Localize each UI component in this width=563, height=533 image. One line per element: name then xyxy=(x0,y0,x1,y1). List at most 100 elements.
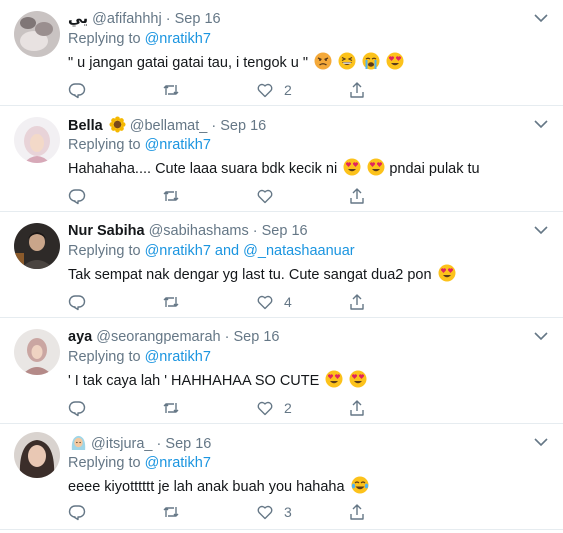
separator-dot: · xyxy=(165,11,171,27)
angry-face-emoji-icon xyxy=(314,52,332,76)
replying-prefix: Replying to xyxy=(68,455,141,471)
reply-feed: يي @afifahhhj · Sep 16 Replying to @nrat… xyxy=(0,0,563,533)
tweet-text: Hahahaha.... Cute laaa suara bdk kecik n… xyxy=(68,158,480,182)
reply-icon xyxy=(68,189,86,205)
chevron-down-icon[interactable] xyxy=(533,118,549,130)
like-count: 3 xyxy=(284,504,292,520)
like-count: 4 xyxy=(284,294,292,310)
display-name[interactable]: Bella xyxy=(68,118,103,134)
replying-to: Replying to @nratikh7 and @_natashaanuar xyxy=(68,242,355,260)
heart-icon xyxy=(257,401,273,416)
replying-to: Replying to @nratikh7 xyxy=(68,30,211,48)
retweet-icon xyxy=(163,191,179,201)
display-name[interactable]: Nur Sabiha xyxy=(68,223,145,239)
reply-button[interactable] xyxy=(68,398,96,418)
heart-eyes-face-emoji-icon xyxy=(325,370,343,394)
separator-dot: · xyxy=(224,329,230,345)
tweet-actions: 2 xyxy=(68,398,368,418)
like-count: 2 xyxy=(284,400,292,416)
timestamp[interactable]: Sep 16 xyxy=(234,329,280,345)
like-button[interactable]: 3 xyxy=(256,502,292,522)
tweet-text-body: Hahahaha.... Cute laaa suara bdk kecik n… xyxy=(68,161,338,177)
like-button[interactable]: 2 xyxy=(256,80,292,100)
display-name[interactable]: aya xyxy=(68,329,92,345)
replying-prefix: Replying to xyxy=(68,31,141,47)
display-name[interactable]: يي xyxy=(68,11,88,27)
reply-button[interactable] xyxy=(68,80,96,100)
retweet-button[interactable] xyxy=(162,186,190,206)
tweet-text-body: " u jangan gatai gatai tau, i tengok u " xyxy=(68,55,309,71)
heart-icon xyxy=(257,83,273,98)
avatar[interactable] xyxy=(14,329,60,375)
replying-prefix: Replying to xyxy=(68,137,141,153)
timestamp[interactable]: Sep 16 xyxy=(165,436,211,452)
heart-eyes-face-emoji-icon xyxy=(367,158,385,182)
tweet[interactable]: aya @seorangpemarah · Sep 16 Replying to… xyxy=(0,318,563,424)
separator-dot: · xyxy=(156,436,162,452)
mention-link[interactable]: @nratikh7 xyxy=(145,137,211,153)
reply-icon xyxy=(68,83,86,99)
reply-icon xyxy=(68,295,86,311)
timestamp[interactable]: Sep 16 xyxy=(175,11,221,27)
share-button[interactable] xyxy=(348,502,366,522)
user-handle[interactable]: @seorangpemarah xyxy=(96,329,220,345)
tweet-text: Tak sempat nak dengar yg last tu. Cute s… xyxy=(68,264,456,288)
mention-link[interactable]: @nratikh7 xyxy=(145,31,211,47)
mention-link[interactable]: @nratikh7 xyxy=(145,243,211,259)
timestamp[interactable]: Sep 16 xyxy=(220,118,266,134)
user-handle[interactable]: @sabihashams xyxy=(149,223,249,239)
grinning-squinting-face-emoji-icon xyxy=(338,52,356,76)
tweet[interactable]: يي @afifahhhj · Sep 16 Replying to @nrat… xyxy=(0,0,563,106)
tweet-actions: 4 xyxy=(68,292,368,312)
chevron-down-icon[interactable] xyxy=(533,330,549,342)
mention-joiner: and xyxy=(214,243,240,259)
like-button[interactable]: 4 xyxy=(256,292,292,312)
mention-link[interactable]: @_natashaanuar xyxy=(243,243,354,259)
reply-button[interactable] xyxy=(68,186,96,206)
retweet-button[interactable] xyxy=(162,292,190,312)
chevron-down-icon[interactable] xyxy=(533,12,549,24)
replying-to: Replying to @nratikh7 xyxy=(68,136,211,154)
mention-link[interactable]: @nratikh7 xyxy=(145,455,211,471)
heart-icon xyxy=(257,295,273,310)
reply-button[interactable] xyxy=(68,292,96,312)
retweet-button[interactable] xyxy=(162,80,190,100)
tweet-text: ' I tak caya lah ' HAHHAHAA SO CUTE xyxy=(68,370,367,394)
tweet[interactable]: Bella @bellamat_ · Sep 16 Replying to @n… xyxy=(0,106,563,212)
heart-eyes-face-emoji-icon xyxy=(386,52,404,76)
share-button[interactable] xyxy=(348,292,366,312)
person-with-headscarf-emoji-icon xyxy=(70,434,87,456)
avatar[interactable] xyxy=(14,223,60,269)
chevron-down-icon[interactable] xyxy=(533,224,549,236)
avatar[interactable] xyxy=(14,432,60,478)
share-button[interactable] xyxy=(348,186,366,206)
tweet[interactable]: @itsjura_ · Sep 16 Replying to @nratikh7… xyxy=(0,424,563,530)
reply-icon xyxy=(68,401,86,417)
user-handle[interactable]: @bellamat_ xyxy=(130,118,208,134)
timestamp[interactable]: Sep 16 xyxy=(262,223,308,239)
reply-button[interactable] xyxy=(68,502,96,522)
sunflower-emoji-icon xyxy=(109,116,126,138)
user-handle[interactable]: @afifahhhj xyxy=(92,11,162,27)
avatar[interactable] xyxy=(14,117,60,163)
tweet[interactable]: Nur Sabiha @sabihashams · Sep 16 Replyin… xyxy=(0,212,563,318)
retweet-icon xyxy=(163,507,179,517)
replying-prefix: Replying to xyxy=(68,243,141,259)
tweet-text: eeee kiyotttttt je lah anak buah you hah… xyxy=(68,476,369,500)
heart-eyes-face-emoji-icon xyxy=(343,158,361,182)
tweet-text-body: Tak sempat nak dengar yg last tu. Cute s… xyxy=(68,267,432,283)
retweet-icon xyxy=(163,403,179,413)
tweet-text-body: ' I tak caya lah ' HAHHAHAA SO CUTE xyxy=(68,373,320,389)
avatar[interactable] xyxy=(14,11,60,57)
reply-icon xyxy=(68,505,86,521)
like-button[interactable] xyxy=(256,186,284,206)
share-button[interactable] xyxy=(348,398,366,418)
share-button[interactable] xyxy=(348,80,366,100)
mention-link[interactable]: @nratikh7 xyxy=(145,349,211,365)
share-icon xyxy=(350,188,364,204)
like-button[interactable]: 2 xyxy=(256,398,292,418)
user-handle[interactable]: @itsjura_ xyxy=(91,436,152,452)
retweet-button[interactable] xyxy=(162,502,190,522)
chevron-down-icon[interactable] xyxy=(533,436,549,448)
retweet-button[interactable] xyxy=(162,398,190,418)
